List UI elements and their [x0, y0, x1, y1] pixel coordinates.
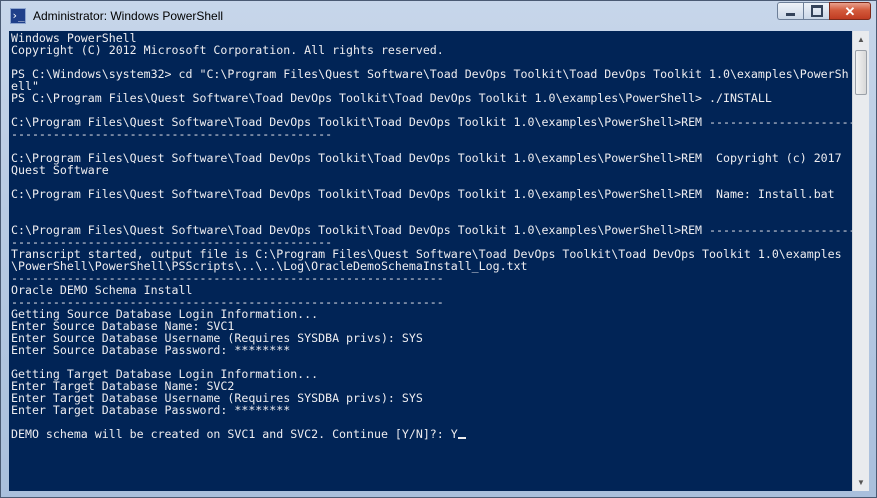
chevron-up-icon: ▲ — [857, 35, 865, 44]
powershell-icon[interactable]: ›_ — [10, 8, 26, 24]
console-area[interactable]: Windows PowerShell Copyright (C) 2012 Mi… — [9, 31, 852, 491]
console-line: DEMO schema will be created on SVC1 and … — [11, 427, 458, 441]
title-bar[interactable]: ›_ Administrator: Windows PowerShell ✕ — [1, 1, 876, 31]
window-title: Administrator: Windows PowerShell — [33, 9, 224, 23]
minimize-button[interactable] — [777, 2, 803, 20]
text-cursor — [458, 437, 466, 439]
console-line: ----------------------------------------… — [11, 127, 333, 141]
close-icon: ✕ — [844, 3, 856, 19]
console-line: Quest Software — [11, 163, 109, 177]
scroll-up-button[interactable]: ▲ — [853, 31, 869, 48]
console-line: Enter Target Database Password: ******** — [11, 403, 291, 417]
maximize-icon — [810, 5, 823, 17]
console-line: PS C:\Program Files\Quest Software\Toad … — [11, 91, 772, 105]
caption-buttons: ✕ — [777, 2, 871, 22]
scroll-thumb[interactable] — [855, 50, 867, 95]
maximize-button[interactable] — [803, 2, 829, 20]
scroll-down-button[interactable]: ▼ — [853, 474, 869, 491]
console-line: Enter Source Database Password: ******** — [11, 343, 291, 357]
powershell-window: ›_ Administrator: Windows PowerShell ✕ W… — [0, 0, 877, 498]
console-line: C:\Program Files\Quest Software\Toad Dev… — [11, 187, 835, 201]
console-output: Windows PowerShell Copyright (C) 2012 Mi… — [11, 32, 852, 440]
minimize-icon — [786, 12, 795, 16]
chevron-down-icon: ▼ — [857, 478, 865, 487]
console-line: PS C:\Windows\system32> cd "C:\Program F… — [11, 67, 849, 81]
console-line: Copyright (C) 2012 Microsoft Corporation… — [11, 43, 444, 57]
console-line: C:\Program Files\Quest Software\Toad Dev… — [11, 151, 842, 165]
close-button[interactable]: ✕ — [829, 2, 871, 20]
vertical-scrollbar[interactable]: ▲ ▼ — [852, 31, 869, 491]
